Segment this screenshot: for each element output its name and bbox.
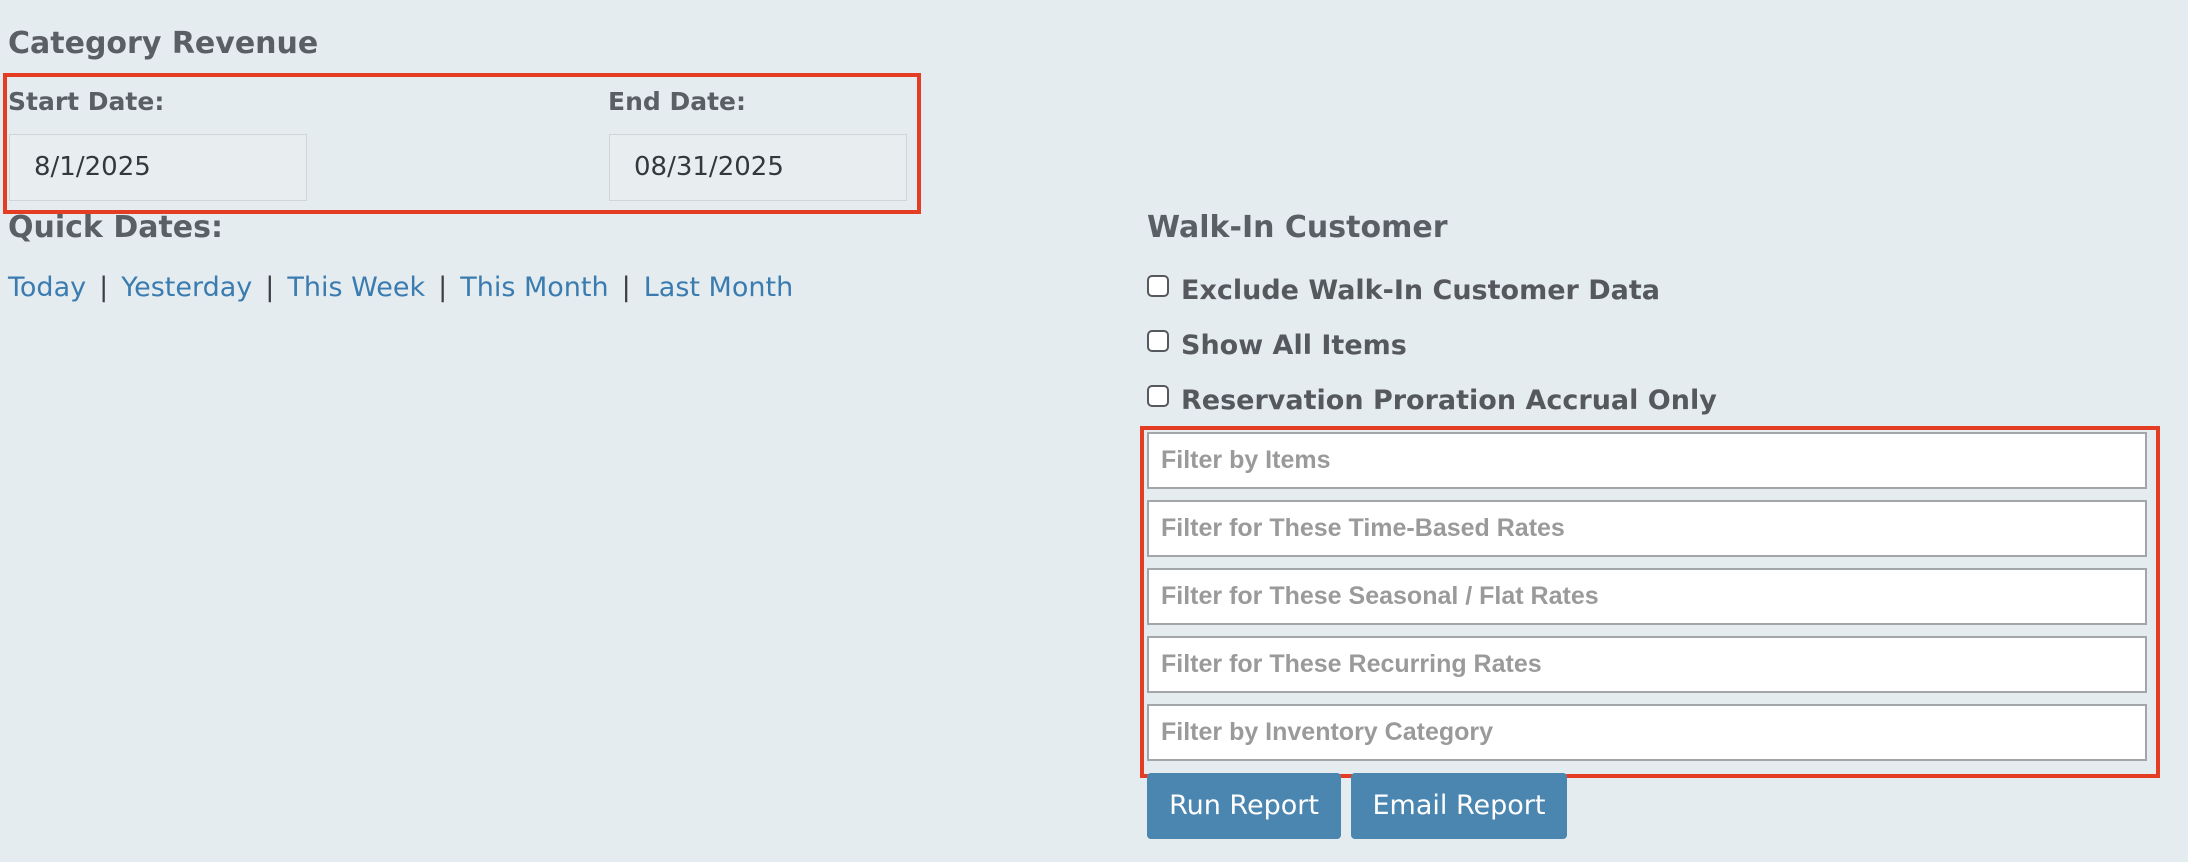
- quick-date-this-month[interactable]: This Month: [460, 272, 608, 303]
- email-report-button[interactable]: Email Report: [1351, 773, 1567, 839]
- filter-seasonal-flat-rates-input[interactable]: Filter for These Seasonal / Flat Rates: [1147, 568, 2147, 625]
- quick-date-this-week[interactable]: This Week: [287, 272, 425, 303]
- exclude-walk-in-option[interactable]: Exclude Walk-In Customer Data: [1147, 272, 1660, 308]
- quick-date-separator: |: [265, 272, 275, 303]
- quick-date-yesterday[interactable]: Yesterday: [121, 272, 252, 303]
- show-all-items-label: Show All Items: [1181, 329, 1407, 361]
- quick-date-separator: |: [621, 272, 631, 303]
- quick-date-last-month[interactable]: Last Month: [644, 272, 793, 303]
- filter-items-input[interactable]: Filter by Items: [1147, 432, 2147, 489]
- proration-accrual-label: Reservation Proration Accrual Only: [1181, 384, 1717, 416]
- proration-accrual-checkbox[interactable]: [1147, 385, 1169, 407]
- filter-time-based-rates-input[interactable]: Filter for These Time-Based Rates: [1147, 500, 2147, 557]
- end-date-label: End Date:: [608, 87, 747, 116]
- show-all-items-option[interactable]: Show All Items: [1147, 327, 1407, 363]
- quick-dates-links: Today | Yesterday | This Week | This Month | Las…: [8, 268, 793, 308]
- walk-in-customer-title: Walk-In Customer: [1147, 210, 1448, 245]
- run-report-button[interactable]: Run Report: [1147, 773, 1341, 839]
- start-date-label: Start Date:: [8, 87, 165, 116]
- exclude-walk-in-checkbox[interactable]: [1147, 275, 1169, 297]
- proration-accrual-option[interactable]: Reservation Proration Accrual Only: [1147, 382, 1717, 418]
- quick-date-separator: |: [438, 272, 448, 303]
- start-date-input[interactable]: 8/1/2025: [9, 134, 307, 201]
- page-title: Category Revenue: [8, 26, 319, 61]
- end-date-input[interactable]: 08/31/2025: [609, 134, 907, 201]
- quick-dates-title: Quick Dates:: [8, 210, 224, 245]
- quick-date-separator: |: [99, 272, 109, 303]
- quick-date-today[interactable]: Today: [8, 272, 86, 303]
- filter-recurring-rates-input[interactable]: Filter for These Recurring Rates: [1147, 636, 2147, 693]
- exclude-walk-in-label: Exclude Walk-In Customer Data: [1181, 274, 1660, 306]
- show-all-items-checkbox[interactable]: [1147, 330, 1169, 352]
- filter-inventory-category-input[interactable]: Filter by Inventory Category: [1147, 704, 2147, 761]
